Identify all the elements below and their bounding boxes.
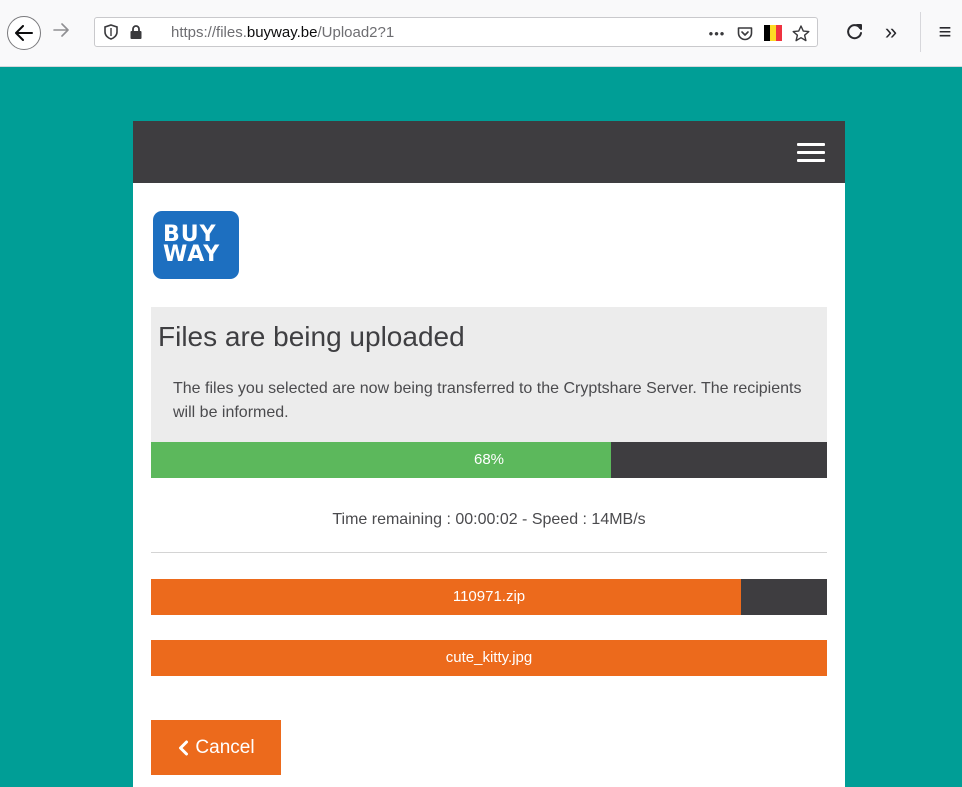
star-icon	[792, 24, 810, 41]
overall-progress-bar: 68%	[151, 442, 827, 478]
url-scheme: https://files.	[171, 24, 247, 41]
upload-description: The files you selected are now being tra…	[173, 380, 802, 421]
menu-icon: ≡	[938, 19, 952, 44]
time-remaining-text: Time remaining : 00:00:02 - Speed : 14MB…	[332, 511, 646, 528]
arrow-left-icon	[15, 25, 33, 41]
overall-progress-label: 68%	[473, 451, 505, 468]
site-header	[133, 121, 845, 183]
buyway-logo: BUY WAY	[153, 211, 239, 279]
url-actions: •••	[703, 20, 815, 46]
back-button[interactable]	[7, 16, 41, 50]
upload-card: BUY WAY Files are being uploaded The fil…	[133, 121, 845, 787]
url-path: /Upload2?1	[317, 24, 395, 41]
double-chevron-icon: »	[884, 19, 898, 44]
hamburger-menu-button[interactable]	[797, 143, 825, 163]
belgium-flag-icon	[764, 25, 782, 41]
page-actions-button[interactable]: •••	[703, 20, 731, 46]
arrow-right-icon	[53, 23, 69, 37]
url-text[interactable]: https://files.buyway.be/Upload2?1	[171, 24, 394, 41]
url-bar[interactable]: https://files.buyway.be/Upload2?1 •••	[94, 17, 818, 47]
more-icon: •••	[708, 25, 726, 41]
url-host: buyway.be	[246, 24, 318, 41]
reload-extension-button[interactable]	[840, 17, 870, 47]
shield-icon[interactable]	[104, 24, 118, 40]
file-name: 110971.zip	[452, 588, 526, 605]
logo-line-2: WAY	[163, 242, 221, 267]
app-menu-button[interactable]: ≡	[930, 17, 960, 47]
file-name: cute_kitty.jpg	[445, 649, 533, 666]
toolbar-separator	[920, 12, 921, 52]
hamburger-line-icon	[797, 151, 825, 154]
hamburger-line-icon	[797, 159, 825, 162]
overflow-button[interactable]: »	[876, 17, 906, 47]
pocket-button[interactable]	[731, 20, 759, 46]
bookmark-button[interactable]	[787, 20, 815, 46]
cancel-button[interactable]: Cancel	[151, 720, 281, 775]
lock-icon[interactable]	[129, 24, 143, 40]
chevron-left-icon	[179, 740, 189, 755]
hamburger-line-icon	[797, 143, 825, 146]
reload-c-icon	[847, 24, 862, 40]
browser-toolbar: https://files.buyway.be/Upload2?1 ••• » …	[0, 0, 962, 67]
forward-button[interactable]	[48, 17, 74, 43]
pocket-icon	[737, 26, 753, 40]
file-progress-bar: cute_kitty.jpg	[151, 640, 827, 676]
upload-status-panel: Files are being uploaded The files you s…	[151, 307, 827, 442]
cancel-label: Cancel	[195, 736, 255, 758]
divider	[151, 552, 827, 553]
language-flag-button[interactable]	[759, 20, 787, 46]
page-title: Files are being uploaded	[158, 321, 465, 352]
file-progress-bar: 110971.zip	[151, 579, 827, 615]
